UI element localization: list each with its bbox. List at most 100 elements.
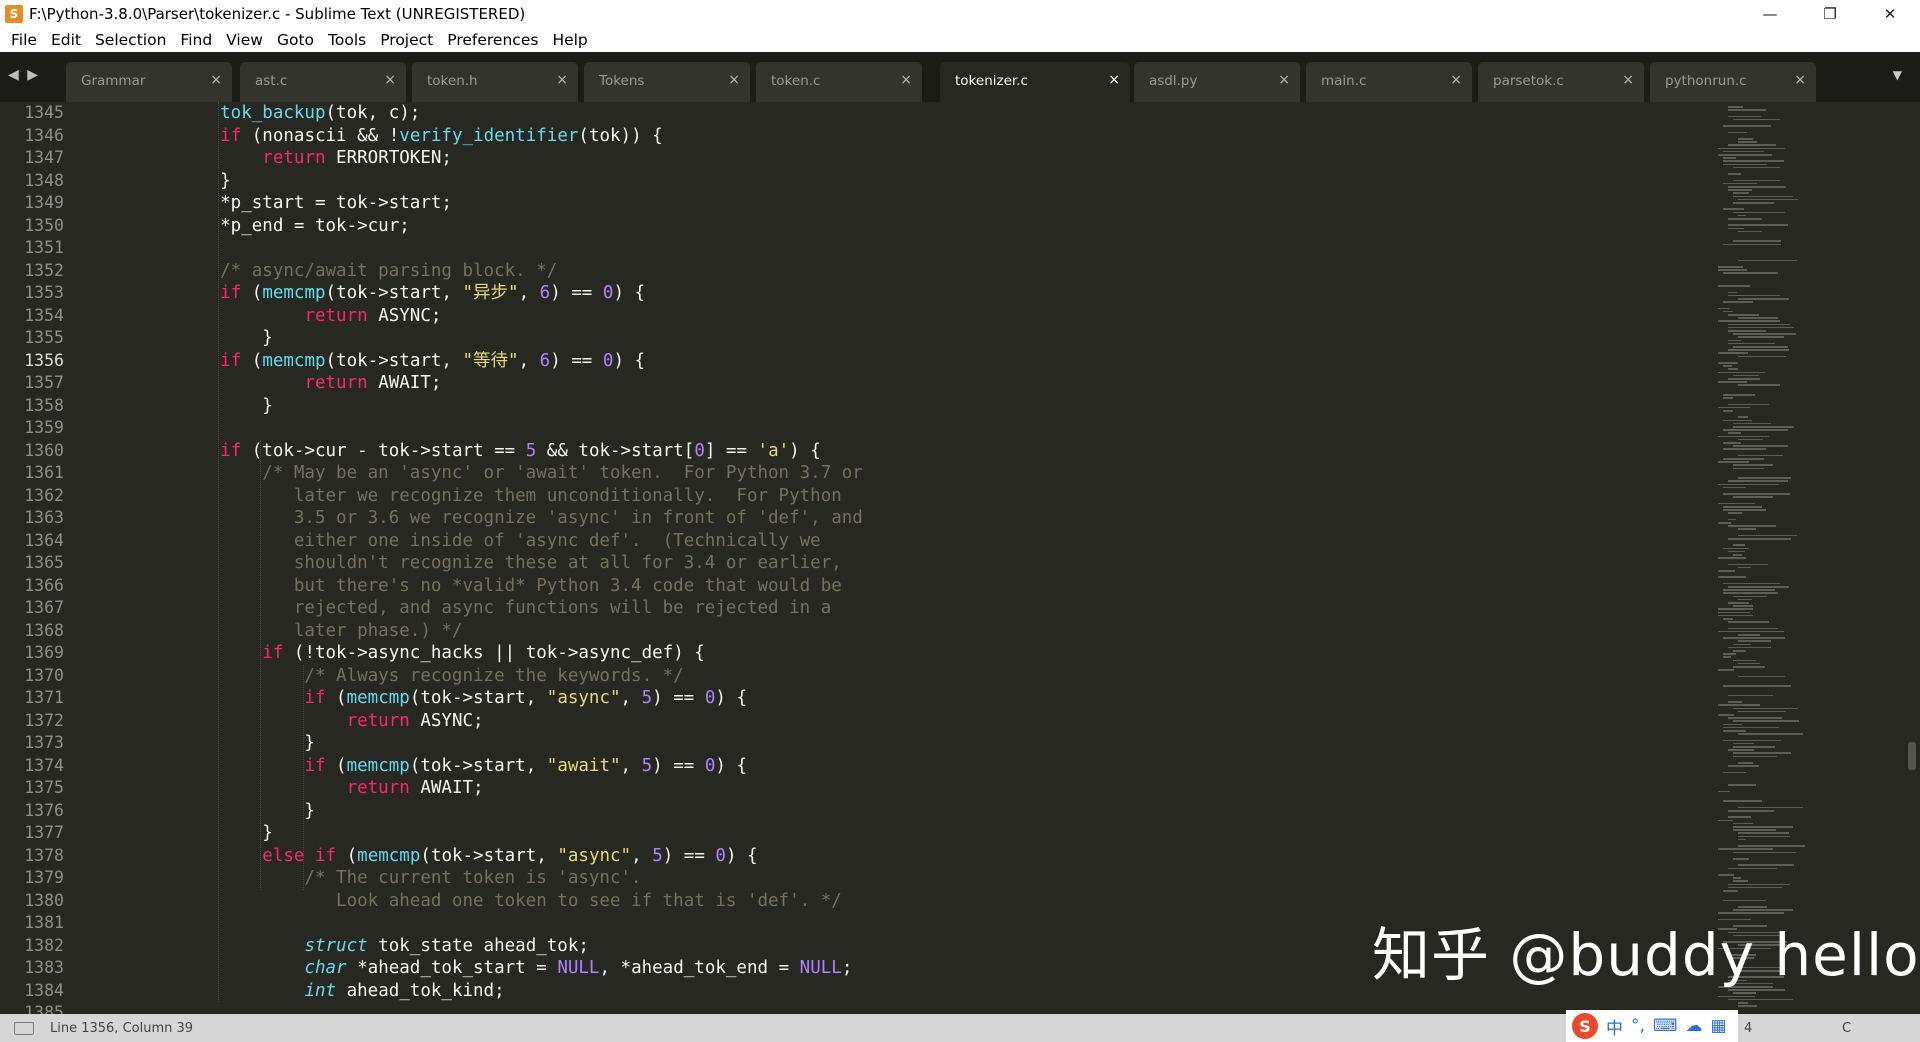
code-line[interactable]: /* async/await parsing block. */: [178, 260, 557, 283]
code-line[interactable]: /* May be an 'async' or 'await' token. F…: [178, 462, 863, 485]
ime-toolbox-icon[interactable]: ▦: [1710, 1016, 1726, 1036]
code-line[interactable]: either one inside of 'async def'. (Techn…: [178, 530, 821, 553]
panel-toggle-icon[interactable]: [14, 1021, 34, 1035]
code-line[interactable]: if (!tok->async_hacks || tok->async_def)…: [178, 642, 705, 665]
code-token: (: [241, 283, 263, 303]
tab-tokenizer-c[interactable]: tokenizer.c ×: [940, 62, 1130, 102]
status-syntax[interactable]: C: [1842, 1021, 1851, 1036]
minimap-line: [1733, 554, 1742, 556]
tab-close-icon[interactable]: ×: [1622, 72, 1634, 88]
code-line[interactable]: /* Always recognize the keywords. */: [178, 665, 683, 688]
minimap-line: [1728, 810, 1774, 812]
tab-close-icon[interactable]: ×: [728, 72, 740, 88]
ime-skin-icon[interactable]: ☁: [1685, 1016, 1702, 1036]
tab-parsetok-c[interactable]: parsetok.c ×: [1478, 62, 1644, 102]
tab-main-c[interactable]: main.c ×: [1306, 62, 1472, 102]
code-line[interactable]: if (memcmp(tok->start, "异步", 6) == 0) {: [178, 282, 645, 305]
code-token: 5: [525, 440, 537, 461]
code-line[interactable]: else if (memcmp(tok->start, "async", 5) …: [178, 845, 757, 868]
vertical-scrollbar-thumb[interactable]: [1908, 742, 1916, 770]
menu-help[interactable]: Help: [545, 31, 594, 49]
code-line[interactable]: later phase.) */: [178, 620, 463, 643]
tab-close-icon[interactable]: ×: [384, 72, 396, 88]
ime-punctuation-icon[interactable]: °,: [1631, 1016, 1645, 1036]
code-token: NULL: [799, 958, 842, 978]
menu-selection[interactable]: Selection: [88, 31, 173, 49]
minimap-line: [1718, 154, 1773, 156]
minimap-line: [1738, 384, 1781, 386]
tab-token-c[interactable]: token.c ×: [756, 62, 922, 102]
tab-close-icon[interactable]: ×: [1794, 72, 1806, 88]
tab-close-icon[interactable]: ×: [900, 72, 912, 88]
code-line[interactable]: return ASYNC;: [178, 710, 484, 733]
code-line[interactable]: return AWAIT;: [178, 777, 484, 800]
code-line[interactable]: }: [178, 732, 315, 755]
minimap-line: [1723, 618, 1733, 620]
code-line[interactable]: *p_end = tok->cur;: [178, 215, 410, 238]
code-line[interactable]: but there's no *valid* Python 3.4 code t…: [178, 575, 842, 598]
restore-button[interactable]: ❐: [1800, 0, 1860, 28]
menu-project[interactable]: Project: [373, 31, 440, 49]
ime-chinese-mode[interactable]: 中: [1606, 1014, 1623, 1039]
minimap-line: [1738, 141, 1758, 143]
code-line[interactable]: later we recognize them unconditionally.…: [178, 485, 842, 508]
tab-asdl-py[interactable]: asdl.py ×: [1134, 62, 1300, 102]
code-line[interactable]: }: [178, 327, 273, 350]
line-number: 1355: [24, 328, 64, 347]
code-line[interactable]: char *ahead_tok_start = NULL, *ahead_tok…: [178, 957, 852, 980]
code-line[interactable]: if (nonascii && !verify_identifier(tok))…: [178, 125, 663, 148]
code-line[interactable]: }: [178, 395, 273, 418]
code-line[interactable]: tok_backup(tok, c);: [178, 102, 420, 125]
tab-grammar[interactable]: Grammar ×: [66, 62, 232, 102]
code-area[interactable]: tok_backup(tok, c); if (nonascii && !ver…: [96, 102, 1696, 1014]
menu-tools[interactable]: Tools: [321, 31, 373, 49]
minimap-line: [1728, 717, 1782, 719]
code-token: memcmp: [346, 688, 410, 708]
tab-close-icon[interactable]: ×: [210, 72, 222, 88]
tab-close-icon[interactable]: ×: [556, 72, 568, 88]
code-line[interactable]: struct tok_state ahead_tok;: [178, 935, 588, 958]
code-editor[interactable]: 1345 1346 1347 1348 1349 1350 1351 1352 1353 1354…: [0, 102, 1920, 1014]
line-number: 1356: [24, 350, 64, 370]
code-line[interactable]: if (memcmp(tok->start, "async", 5) == 0)…: [178, 687, 747, 710]
code-token: memcmp: [262, 283, 326, 303]
tab-overflow-icon[interactable]: ▼: [1893, 68, 1902, 82]
minimap-line: [1718, 848, 1774, 850]
tab-tokens[interactable]: Tokens ×: [584, 62, 750, 102]
tab-pythonrun-c[interactable]: pythonrun.c ×: [1650, 62, 1816, 102]
code-token: (nonascii && !: [241, 125, 400, 146]
menu-find[interactable]: Find: [173, 31, 219, 49]
code-line[interactable]: 3.5 or 3.6 we recognize 'async' in front…: [178, 507, 863, 530]
code-line[interactable]: /* The current token is 'async'.: [178, 867, 641, 890]
code-line[interactable]: }: [178, 800, 315, 823]
minimap[interactable]: [1714, 102, 1914, 1014]
tab-close-icon[interactable]: ×: [1450, 72, 1462, 88]
sogou-ime-logo-icon[interactable]: S: [1572, 1013, 1598, 1039]
code-line[interactable]: if (memcmp(tok->start, "await", 5) == 0)…: [178, 755, 747, 778]
menu-preferences[interactable]: Preferences: [440, 31, 545, 49]
minimap-line: [1733, 467, 1765, 470]
menu-goto[interactable]: Goto: [270, 31, 321, 49]
minimap-line: [1738, 528, 1757, 530]
code-line[interactable]: Look ahead one token to see if that is '…: [178, 890, 842, 913]
tab-close-icon[interactable]: ×: [1278, 72, 1290, 88]
code-line[interactable]: if (memcmp(tok->start, "等待", 6) == 0) {: [178, 350, 645, 373]
menu-view[interactable]: View: [219, 31, 270, 49]
tab-token-h[interactable]: token.h ×: [412, 62, 578, 102]
minimize-button[interactable]: —: [1740, 0, 1800, 28]
code-line[interactable]: }: [178, 822, 273, 845]
close-window-button[interactable]: ✕: [1860, 0, 1920, 28]
code-line[interactable]: if (tok->cur - tok->start == 5 && tok->s…: [178, 440, 821, 463]
menu-edit[interactable]: Edit: [44, 31, 88, 49]
status-indent[interactable]: 4: [1744, 1021, 1752, 1036]
line-number: 1351: [24, 238, 64, 257]
code-line[interactable]: shouldn't recognize these at all for 3.4…: [178, 552, 842, 575]
code-line[interactable]: }: [178, 170, 231, 193]
tab-scroll-arrows-icon[interactable]: ◀ ▶: [8, 67, 40, 83]
menu-file[interactable]: File: [4, 31, 44, 49]
ime-keyboard-icon[interactable]: ⌨: [1653, 1016, 1678, 1036]
code-line[interactable]: rejected, and async functions will be re…: [178, 597, 831, 620]
tab-ast-c[interactable]: ast.c ×: [240, 62, 406, 102]
code-line[interactable]: int ahead_tok_kind;: [178, 980, 504, 1003]
tab-close-icon[interactable]: ×: [1108, 72, 1120, 88]
